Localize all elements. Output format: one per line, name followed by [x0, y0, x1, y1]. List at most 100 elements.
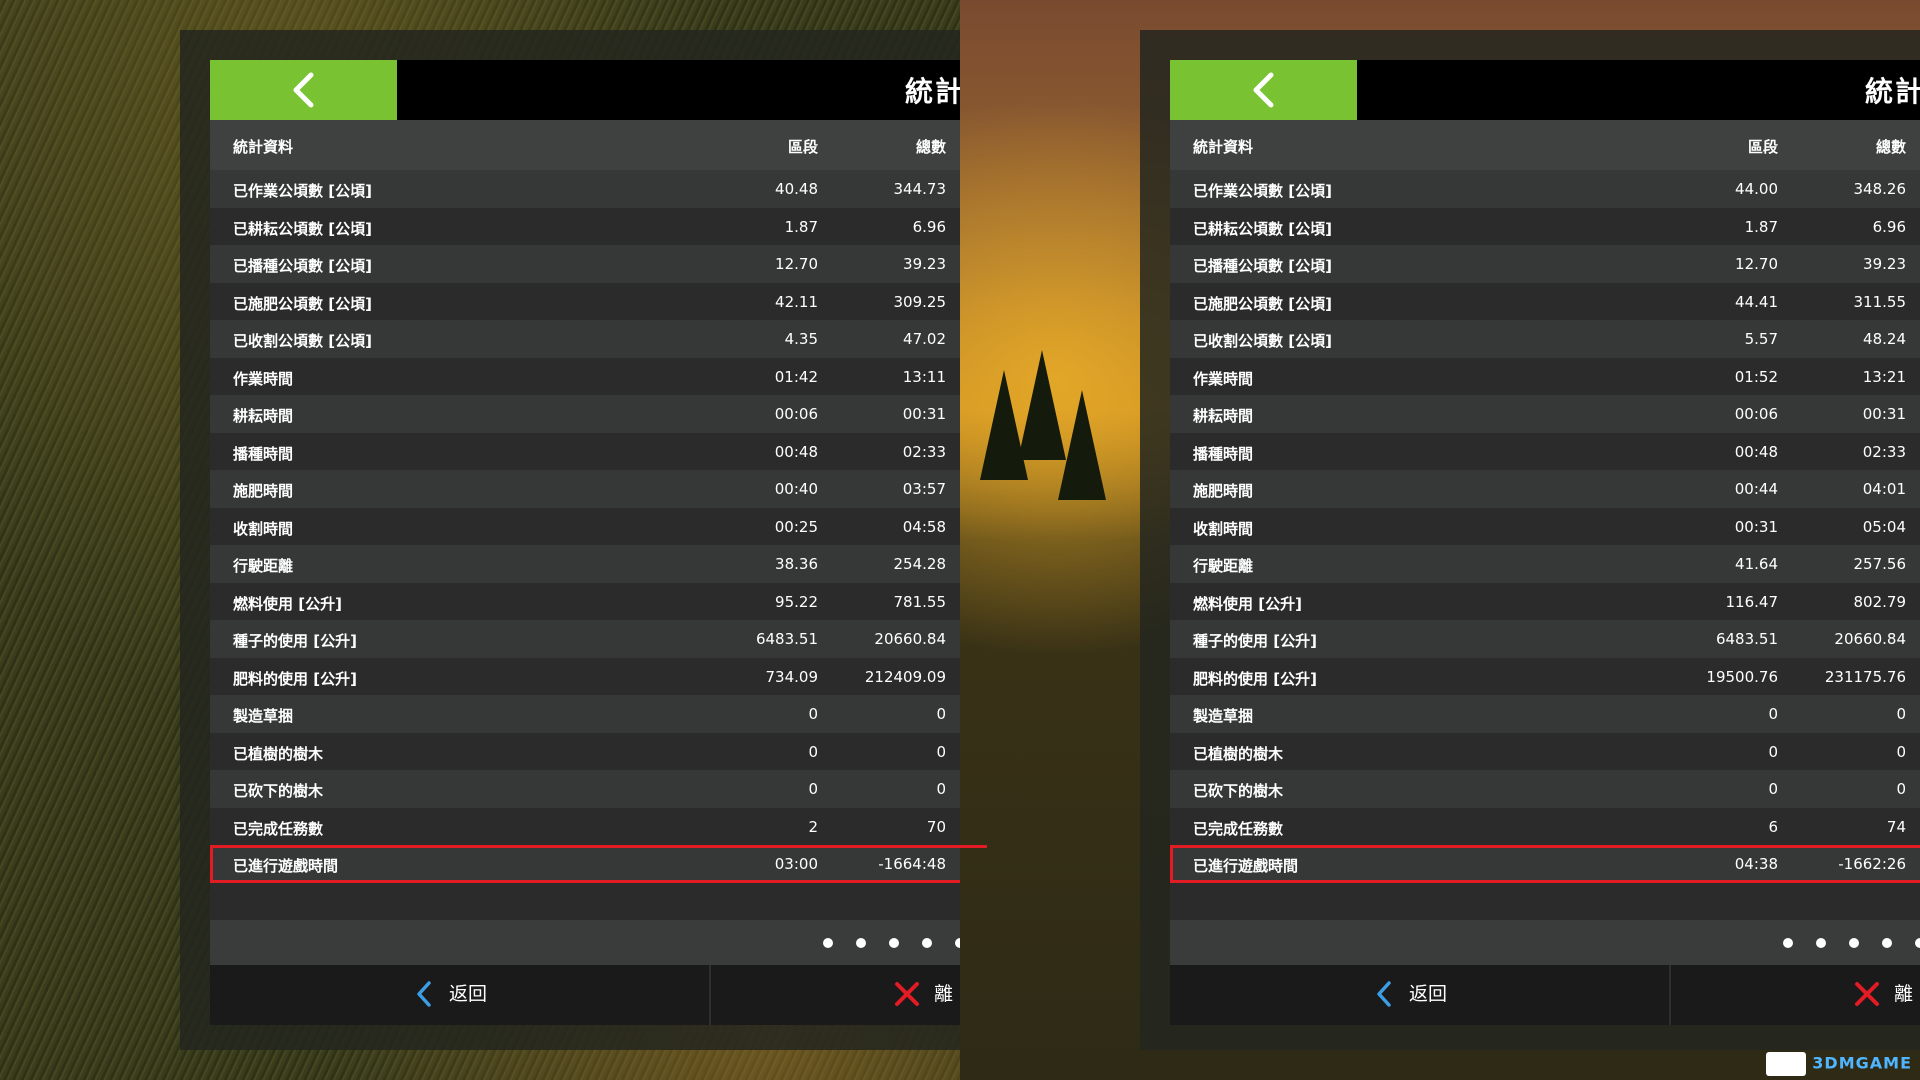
- stat-label: 播種時間: [1193, 444, 1254, 463]
- table-header-row: 統計資料 區段 總數: [210, 120, 960, 170]
- column-header-label: 統計資料: [233, 138, 294, 156]
- stat-label: 收割時間: [1193, 519, 1254, 538]
- stat-label: 已作業公頃數 [公頃]: [1193, 182, 1332, 200]
- stat-segment-value: 95.22: [775, 592, 818, 611]
- stat-total-value: 03:57: [902, 480, 946, 498]
- stat-label: 已完成任務數: [233, 819, 324, 838]
- column-header-segment: 區段: [1747, 138, 1778, 156]
- stat-segment-value: 00:31: [1734, 517, 1778, 536]
- table-row: 已施肥公頃數 [公頃] 44.41 311.55: [1170, 282, 1920, 320]
- stat-segment-value: 6483.51: [1715, 630, 1778, 648]
- stat-total-value: 212409.09: [864, 667, 946, 686]
- footer-back-button[interactable]: 返回: [1375, 979, 1447, 1008]
- table-row: 耕耘時間 00:06 00:31: [1170, 395, 1920, 433]
- table-row: 已植樹的樹木 0 0: [1170, 732, 1920, 770]
- header-back-button[interactable]: [1170, 60, 1357, 120]
- table-row: 行駛距離 41.64 257.56: [1170, 545, 1920, 583]
- panel-footer: 返回 離: [210, 964, 960, 1025]
- page-dot[interactable]: [1849, 937, 1859, 948]
- close-icon: [1855, 982, 1879, 1006]
- stat-segment-value: 19500.76: [1706, 667, 1778, 686]
- stat-segment-value: 00:06: [1734, 405, 1778, 423]
- table-row: 製造草捆 0 0: [210, 695, 960, 733]
- page-dot[interactable]: [1882, 937, 1892, 948]
- stat-segment-value: 00:40: [774, 480, 818, 498]
- stat-total-value: -1662:26: [1838, 855, 1906, 873]
- stat-segment-value: 6483.51: [755, 630, 818, 648]
- stat-label: 已耕耘公頃數 [公頃]: [1193, 219, 1332, 238]
- page-dot[interactable]: [823, 937, 833, 948]
- table-row: 已植樹的樹木 0 0: [210, 732, 960, 770]
- chevron-left-icon: [293, 72, 314, 108]
- table-row: 種子的使用 [公升] 6483.51 20660.84: [1170, 620, 1920, 658]
- stat-label: 已植樹的樹木: [233, 744, 324, 763]
- chevron-left-icon: [417, 981, 431, 1007]
- table-row: 播種時間 00:48 02:33: [1170, 432, 1920, 470]
- close-icon: [895, 982, 919, 1006]
- stat-total-value: 04:01: [1862, 480, 1906, 498]
- stat-label: 種子的使用 [公升]: [1193, 632, 1317, 650]
- column-header-total: 總數: [1875, 138, 1906, 156]
- footer-quit-button[interactable]: 離: [1854, 979, 1913, 1008]
- footer-quit-button[interactable]: 離: [894, 979, 953, 1008]
- stat-label: 肥料的使用 [公升]: [233, 669, 357, 688]
- panel-header: 統計: [1170, 60, 1920, 120]
- stat-label: 作業時間: [233, 369, 294, 388]
- stat-segment-value: 03:00: [774, 855, 818, 873]
- stat-total-value: 05:04: [1862, 517, 1906, 536]
- stat-segment-value: 01:52: [1734, 367, 1778, 386]
- stat-segment-value: 0: [1768, 742, 1778, 761]
- stat-segment-value: 1.87: [784, 217, 818, 236]
- table-row: 燃料使用 [公升] 95.22 781.55: [210, 582, 960, 620]
- footer-back-label: 返回: [1409, 982, 1448, 1005]
- stat-label: 行駛距離: [1193, 557, 1254, 575]
- left-screenshot: 統計 統計資料 區段 總數 已作業公頃數 [公頃] 40.48 344.73 已耕耘公…: [0, 0, 960, 1080]
- page-dot[interactable]: [1915, 937, 1920, 948]
- page-title: 統計: [904, 75, 960, 108]
- table-row: 已砍下的樹木 0 0: [210, 770, 960, 808]
- stats-table: 統計資料 區段 總數 已作業公頃數 [公頃] 40.48 344.73 已耕耘公頃數 …: [210, 120, 960, 1025]
- footer-back-button[interactable]: 返回: [415, 979, 487, 1008]
- stat-total-value: 0: [936, 742, 946, 761]
- stat-segment-value: 116.47: [1725, 592, 1779, 611]
- table-row: 行駛距離 38.36 254.28: [210, 545, 960, 583]
- column-header-segment: 區段: [787, 138, 818, 156]
- page-dot[interactable]: [1816, 937, 1826, 948]
- highlight-connector-line: [947, 845, 987, 848]
- stat-label: 行駛距離: [233, 557, 294, 575]
- stat-label: 耕耘時間: [1193, 407, 1254, 425]
- stat-total-value: 70: [926, 817, 946, 836]
- table-header-row: 統計資料 區段 總數: [1170, 120, 1920, 170]
- stat-total-value: 781.55: [893, 592, 947, 611]
- table-row: 已作業公頃數 [公頃] 44.00 348.26: [1170, 170, 1920, 208]
- header-back-button[interactable]: [210, 60, 397, 120]
- stat-total-value: 348.26: [1853, 180, 1907, 198]
- stat-segment-value: 00:48: [1734, 442, 1778, 461]
- stat-label: 製造草捆: [233, 707, 294, 725]
- page-dot[interactable]: [1783, 937, 1793, 948]
- stat-segment-value: 0: [1768, 780, 1778, 798]
- table-row: 已耕耘公頃數 [公頃] 1.87 6.96: [1170, 207, 1920, 245]
- stat-total-value: 231175.76: [1824, 667, 1906, 686]
- stat-label: 耕耘時間: [233, 407, 294, 425]
- page-dot[interactable]: [922, 937, 932, 948]
- stat-total-value: 311.55: [1853, 292, 1907, 311]
- table-row: 播種時間 00:48 02:33: [210, 432, 960, 470]
- stat-segment-value: 0: [808, 705, 818, 723]
- stat-label: 已植樹的樹木: [1193, 744, 1284, 763]
- stat-total-value: 74: [1886, 817, 1906, 836]
- stat-segment-value: 0: [1768, 705, 1778, 723]
- page-dot[interactable]: [889, 937, 899, 948]
- stats-table: 統計資料 區段 總數 已作業公頃數 [公頃] 44.00 348.26 已耕耘公頃數 …: [1170, 120, 1920, 1025]
- stat-total-value: 254.28: [893, 555, 947, 573]
- page-dot[interactable]: [856, 937, 866, 948]
- stat-total-value: 6.96: [912, 217, 946, 236]
- stat-label: 已收割公頃數 [公頃]: [1193, 332, 1332, 350]
- footer-divider: [709, 964, 711, 1025]
- stat-label: 已砍下的樹木: [1193, 782, 1284, 800]
- table-row: 施肥時間 00:44 04:01: [1170, 470, 1920, 508]
- stat-segment-value: 6: [1768, 817, 1778, 836]
- stat-label: 已進行遊戲時間: [1193, 857, 1299, 875]
- stat-segment-value: 00:06: [774, 405, 818, 423]
- page-indicator: [1170, 919, 1920, 965]
